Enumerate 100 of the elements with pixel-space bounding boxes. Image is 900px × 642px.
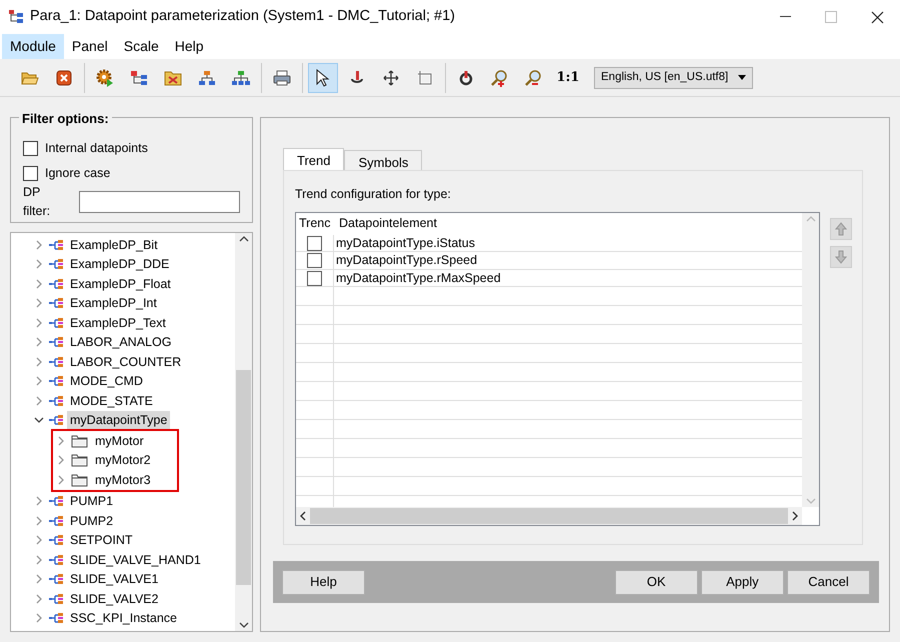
- menu-item[interactable]: Help: [166, 34, 212, 59]
- horizontal-scrollbar[interactable]: [296, 507, 802, 525]
- expand-icon[interactable]: [58, 436, 64, 446]
- expand-icon[interactable]: [36, 337, 42, 348]
- expand-icon[interactable]: [36, 516, 42, 526]
- datapoint-type-icon: [49, 414, 63, 426]
- scroll-right-icon: [792, 511, 798, 521]
- table-cell-text: myDatapointType.rSpeed: [335, 252, 478, 269]
- tree-item[interactable]: SLIDE_VALVE2: [67, 590, 162, 608]
- datapoint-type-icon: [49, 278, 63, 290]
- checkbox[interactable]: [307, 253, 322, 268]
- dialog-button[interactable]: Help: [282, 570, 365, 594]
- field-label: DP filter:: [23, 184, 52, 220]
- tree-item[interactable]: SSC_KPI_Instance: [67, 609, 180, 628]
- tree-item[interactable]: SLIDE_VALVE1: [67, 570, 162, 588]
- table-cell-text: myDatapointType.rMaxSpeed: [335, 270, 501, 286]
- tab[interactable]: Symbols: [344, 150, 422, 170]
- expand-icon[interactable]: [36, 318, 42, 328]
- expand-icon[interactable]: [36, 535, 42, 546]
- tree-item[interactable]: myMotor3: [92, 470, 154, 489]
- move-down-button[interactable]: [830, 246, 852, 268]
- tree-item[interactable]: LABOR_COUNTER: [67, 352, 184, 371]
- hierarchy-icon: [198, 70, 216, 86]
- tree-item[interactable]: MODE_STATE: [67, 392, 156, 410]
- checkbox-label: Ignore case: [45, 165, 110, 182]
- expand-icon[interactable]: [36, 376, 42, 386]
- caption: Trend configuration for type:: [295, 186, 452, 203]
- square-icon: [417, 70, 433, 86]
- tree-item[interactable]: PUMP1: [67, 492, 116, 510]
- pointer-button[interactable]: [308, 62, 338, 92]
- up-arrow-icon: [835, 222, 847, 236]
- expand-icon[interactable]: [36, 298, 42, 308]
- expand-icon[interactable]: [36, 554, 42, 565]
- tab[interactable]: Trend: [283, 148, 344, 170]
- expand-icon[interactable]: [36, 278, 42, 289]
- tree-item[interactable]: ExampleDP_Text: [67, 314, 169, 332]
- datapoint-type-icon: [49, 573, 63, 586]
- tree-item[interactable]: myMotor: [92, 432, 147, 450]
- checkbox[interactable]: [307, 236, 322, 250]
- folder-tools-icon: [164, 70, 182, 86]
- checkbox[interactable]: [307, 270, 322, 286]
- tree-item[interactable]: LABOR_ANALOG: [67, 333, 174, 352]
- printer-icon: [273, 70, 291, 86]
- gear-icon: [96, 68, 114, 86]
- collapse-icon[interactable]: [34, 417, 44, 424]
- expand-icon[interactable]: [36, 574, 42, 584]
- window-title: Para_1: Datapoint parameterization (System1 - DMC_Tutorial; #1): [30, 7, 455, 26]
- expand-icon[interactable]: [36, 259, 42, 270]
- expand-icon[interactable]: [36, 594, 42, 604]
- tree-icon: [130, 70, 148, 86]
- dialog-button[interactable]: Apply: [700, 570, 784, 594]
- expand-icon[interactable]: [58, 474, 64, 485]
- tree-item[interactable]: SLIDE_VALVE_HAND1: [67, 550, 204, 569]
- scroll-up-icon: [238, 236, 248, 242]
- datapoint-type-icon: [49, 394, 63, 407]
- checkbox-label: Internal datapoints: [45, 140, 148, 158]
- tree-item[interactable]: MODE_CMD: [67, 372, 146, 390]
- expand-icon[interactable]: [36, 396, 42, 406]
- column-header[interactable]: Datapointelement: [334, 212, 437, 235]
- expand-icon[interactable]: [58, 455, 64, 466]
- scrollbar[interactable]: [802, 212, 819, 507]
- scrollbar[interactable]: [235, 233, 252, 631]
- tree-item[interactable]: myDatapointType: [67, 411, 170, 430]
- refresh-icon: [458, 70, 474, 86]
- expand-icon[interactable]: [36, 613, 42, 624]
- tree-item[interactable]: PUMP2: [67, 512, 116, 530]
- column-header[interactable]: Trenc: [296, 212, 334, 235]
- menu-item[interactable]: Module: [2, 34, 64, 59]
- datapoint-type-icon: [49, 592, 63, 605]
- tree-item[interactable]: ExampleDP_Float: [67, 274, 174, 293]
- menu-item[interactable]: Scale: [116, 34, 167, 59]
- dropdown-arrow-icon: [738, 75, 746, 80]
- language-dropdown[interactable]: English, US [en_US.utf8]: [594, 66, 754, 88]
- zoom-out-icon: [525, 68, 543, 86]
- datapoint-type-icon: [49, 495, 63, 508]
- menu-item[interactable]: Panel: [64, 34, 116, 59]
- dialog-button[interactable]: Cancel: [787, 570, 870, 594]
- checkbox[interactable]: [23, 166, 38, 181]
- dialog-button[interactable]: OK: [614, 570, 698, 594]
- move-up-button[interactable]: [830, 218, 852, 240]
- minimize-icon: [780, 16, 790, 18]
- tree-item[interactable]: ExampleDP_DDE: [67, 255, 172, 274]
- dp-filter-field[interactable]: [78, 190, 240, 213]
- zoom-in-icon: [491, 68, 509, 86]
- tree-item[interactable]: ExampleDP_Bit: [67, 236, 161, 254]
- tree-item[interactable]: ExampleDP_Int: [67, 294, 160, 312]
- rotate-icon: [349, 70, 365, 86]
- scale-button[interactable]: 1:1: [553, 62, 583, 92]
- tree-item[interactable]: SETPOINT: [67, 531, 136, 550]
- expand-icon[interactable]: [36, 356, 42, 367]
- move-icon: [383, 70, 399, 86]
- app-icon: [8, 8, 24, 24]
- tree-item[interactable]: myMotor2: [92, 451, 154, 470]
- expand-icon[interactable]: [36, 240, 42, 250]
- table-cell-text: myDatapointType.iStatus: [335, 234, 475, 252]
- datapoint-type-icon: [49, 258, 63, 270]
- datapoint-type-icon: [49, 375, 63, 388]
- expand-icon[interactable]: [36, 496, 42, 506]
- checkbox[interactable]: [23, 141, 38, 156]
- datapoint-type-icon: [49, 534, 63, 546]
